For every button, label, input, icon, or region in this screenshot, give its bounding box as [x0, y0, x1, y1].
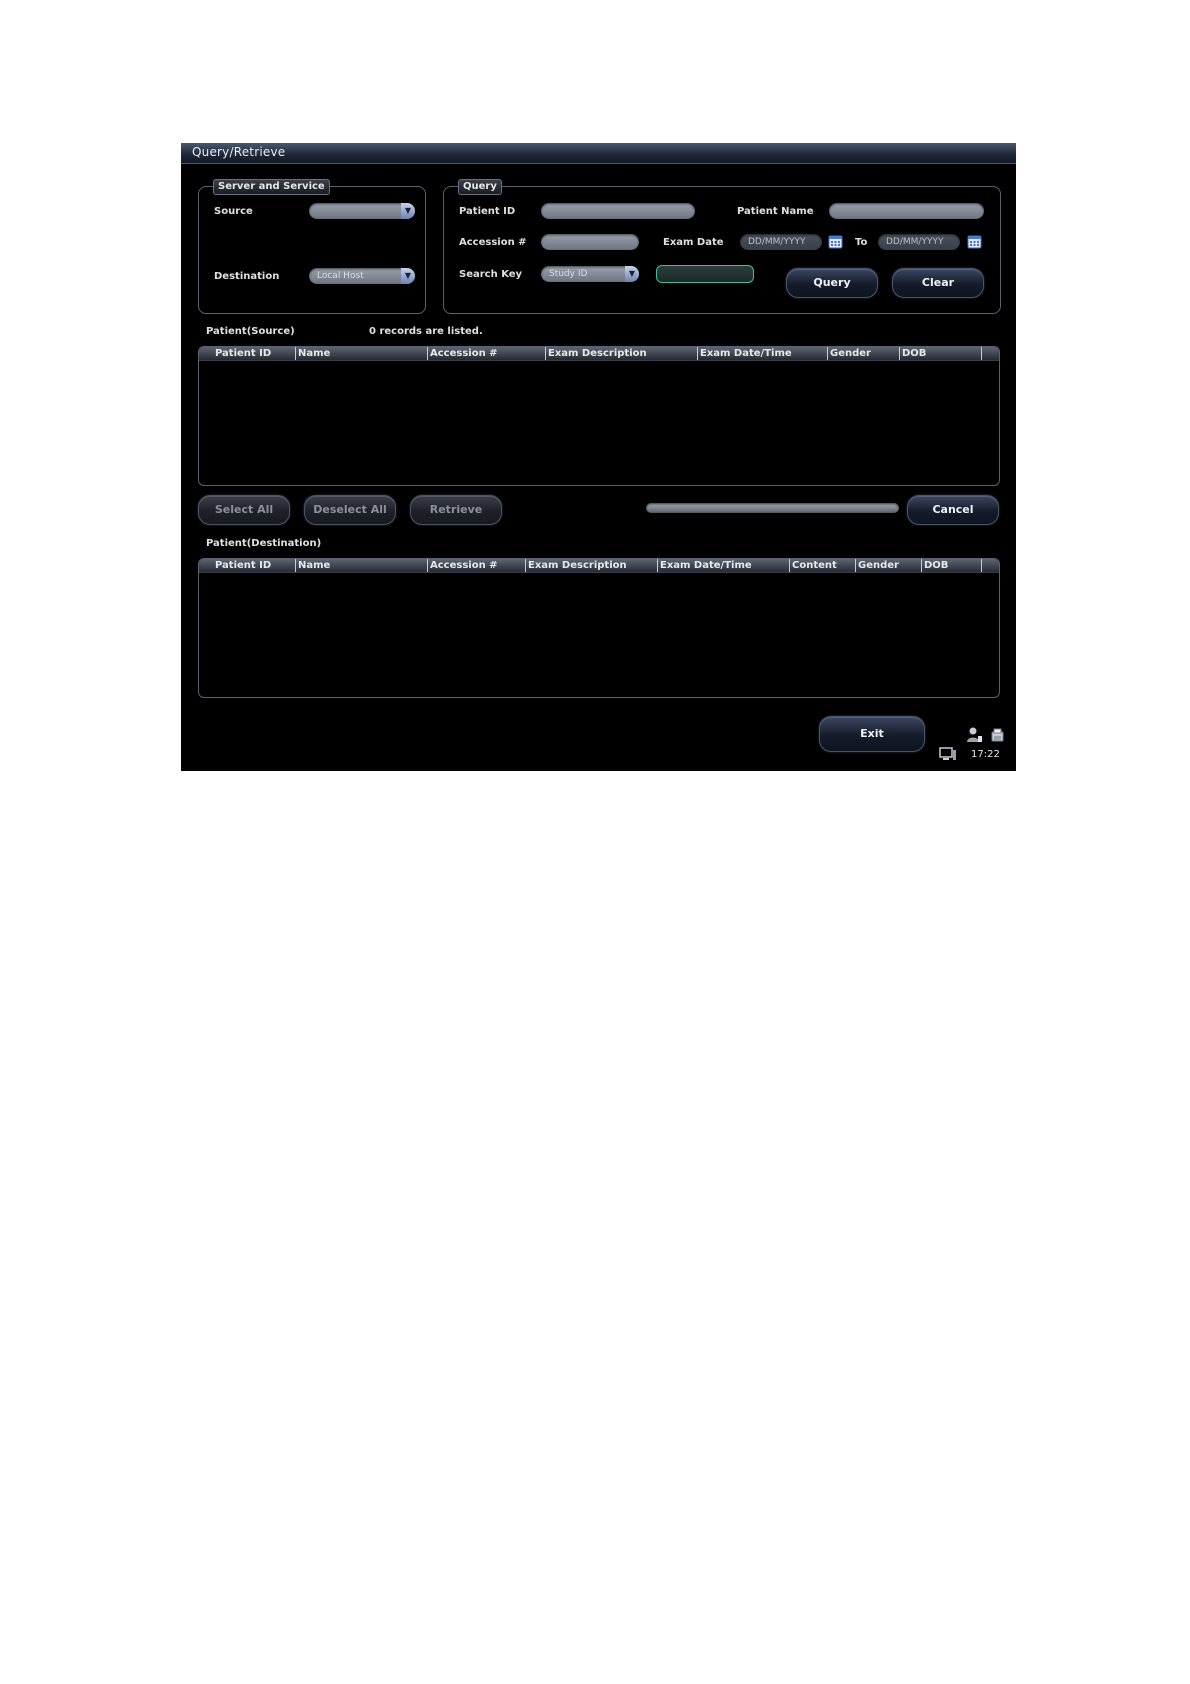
patient-id-input[interactable]: [541, 203, 695, 219]
column-header[interactable]: Accession #: [427, 559, 524, 572]
destination-list-title: Patient(Destination): [206, 538, 322, 549]
accession-label: Accession #: [459, 237, 527, 248]
network-icon[interactable]: [939, 747, 957, 761]
query-button[interactable]: Query: [786, 268, 878, 298]
search-key-label: Search Key: [459, 269, 523, 280]
query-legend: Query: [458, 179, 502, 195]
column-header[interactable]: Name: [295, 559, 426, 572]
destination-value: Local Host: [317, 271, 364, 281]
clear-button[interactable]: Clear: [892, 268, 984, 298]
column-header[interactable]: Accession #: [427, 347, 544, 360]
column-header[interactable]: DOB: [899, 347, 980, 360]
source-table-header: Patient ID Name Accession # Exam Descrip…: [199, 347, 999, 361]
printer-icon[interactable]: [990, 728, 1005, 743]
user-icon[interactable]: [966, 726, 984, 744]
column-header[interactable]: Gender: [827, 347, 898, 360]
patient-name-label: Patient Name: [737, 206, 814, 217]
column-header[interactable]: Exam Date/Time: [697, 347, 826, 360]
chevron-down-icon[interactable]: ▼: [401, 203, 415, 219]
records-status: 0 records are listed.: [369, 326, 483, 337]
column-header[interactable]: Content: [789, 559, 854, 572]
accession-input[interactable]: [541, 234, 639, 250]
source-label: Source: [214, 206, 253, 217]
column-header[interactable]: Exam Description: [525, 559, 656, 572]
retrieve-progress-bar: [646, 503, 899, 513]
source-list-title: Patient(Source): [206, 326, 295, 337]
retrieve-button[interactable]: Retrieve: [410, 495, 502, 525]
column-header-end: [981, 559, 988, 572]
source-select[interactable]: ▼: [309, 203, 415, 219]
calendar-icon[interactable]: [967, 234, 982, 249]
destination-table-header: Patient ID Name Accession # Exam Descrip…: [199, 559, 999, 573]
to-label: To: [855, 237, 868, 248]
destination-label: Destination: [214, 271, 280, 282]
exit-button[interactable]: Exit: [819, 716, 925, 752]
destination-select[interactable]: Local Host ▼: [309, 268, 415, 284]
column-header[interactable]: Patient ID: [213, 559, 295, 572]
exam-date-from-input[interactable]: DD/MM/YYYY: [740, 234, 822, 250]
title-bar: Query/Retrieve: [181, 143, 1016, 164]
column-header[interactable]: Name: [295, 347, 426, 360]
calendar-icon[interactable]: [828, 234, 843, 249]
column-header[interactable]: Gender: [855, 559, 920, 572]
cancel-button[interactable]: Cancel: [907, 495, 999, 525]
column-header[interactable]: DOB: [921, 559, 980, 572]
patient-name-input[interactable]: [829, 203, 984, 219]
column-header[interactable]: Patient ID: [213, 347, 295, 360]
clock: 17:22: [971, 749, 1000, 760]
select-all-button[interactable]: Select All: [198, 495, 290, 525]
window-title: Query/Retrieve: [192, 145, 286, 159]
query-retrieve-window: Query/Retrieve Server and Service Source…: [181, 143, 1016, 771]
chevron-down-icon[interactable]: ▼: [401, 268, 415, 284]
column-header[interactable]: Exam Description: [545, 347, 696, 360]
search-key-select[interactable]: Study ID ▼: [541, 266, 639, 282]
exam-date-label: Exam Date: [663, 237, 724, 248]
search-key-value: Study ID: [549, 269, 588, 279]
search-value-input[interactable]: [656, 265, 754, 283]
deselect-all-button[interactable]: Deselect All: [304, 495, 396, 525]
server-service-group: Server and Service Source ▼ Destination …: [198, 179, 426, 314]
column-header[interactable]: Exam Date/Time: [657, 559, 788, 572]
source-table[interactable]: Patient ID Name Accession # Exam Descrip…: [198, 346, 1000, 486]
column-header-end: [981, 347, 988, 360]
destination-table[interactable]: Patient ID Name Accession # Exam Descrip…: [198, 558, 1000, 698]
query-group: Query Patient ID Patient Name Accession …: [443, 179, 1001, 314]
server-service-legend: Server and Service: [213, 179, 330, 195]
patient-id-label: Patient ID: [459, 206, 516, 217]
exam-date-to-input[interactable]: DD/MM/YYYY: [878, 234, 960, 250]
chevron-down-icon[interactable]: ▼: [625, 266, 639, 282]
